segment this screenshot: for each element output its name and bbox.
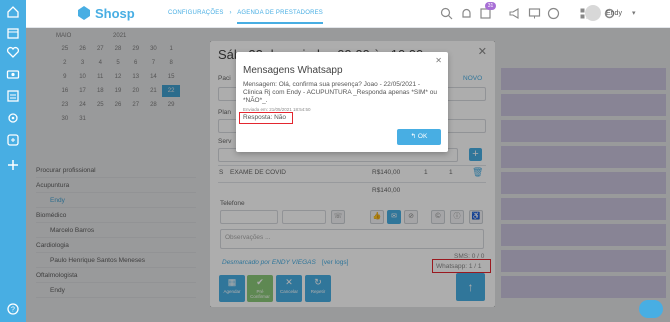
whatsapp-dialog: ✕ Mensagens Whatsapp Mensagem: Olá, conf… xyxy=(236,52,448,152)
whatsapp-message: Mensagem: Olá, confirma sua presença? Jo… xyxy=(243,81,438,104)
top-bar: Shosp CONFIGURAÇÕES › AGENDA DE PRESTADO… xyxy=(26,0,670,28)
breadcrumb-separator: › xyxy=(229,10,232,16)
calendar-icon[interactable] xyxy=(6,26,20,40)
dialog-title: Mensagens Whatsapp xyxy=(243,65,343,76)
megaphone-icon[interactable] xyxy=(508,7,521,20)
left-sidebar: ? xyxy=(0,0,26,322)
add-icon[interactable] xyxy=(6,158,20,172)
ok-button-label: OK xyxy=(417,133,428,140)
avatar[interactable] xyxy=(585,5,601,21)
chevron-down-icon[interactable]: ▾ xyxy=(632,9,636,17)
breadcrumb-settings[interactable]: CONFIGURAÇÕES xyxy=(168,10,224,16)
search-icon[interactable] xyxy=(440,7,453,20)
tools-icon[interactable] xyxy=(6,111,20,125)
close-icon[interactable]: ✕ xyxy=(435,56,442,65)
bell-icon[interactable] xyxy=(460,7,473,20)
user-name[interactable]: Endy xyxy=(606,10,622,17)
chat-bubble-icon[interactable] xyxy=(639,300,663,318)
app-logo[interactable]: Shosp xyxy=(76,5,135,21)
list-icon[interactable] xyxy=(6,89,20,103)
response-highlight xyxy=(239,112,293,124)
help-circle-icon[interactable] xyxy=(547,7,560,20)
config-icon[interactable] xyxy=(6,133,20,147)
monitor-icon[interactable] xyxy=(528,7,541,20)
breadcrumb-schedule[interactable]: AGENDA DE PRESTADORES xyxy=(237,10,324,24)
home-icon[interactable] xyxy=(6,5,20,19)
svg-text:?: ? xyxy=(11,307,15,314)
money-icon[interactable] xyxy=(6,67,20,81)
breadcrumb: CONFIGURAÇÕES › AGENDA DE PRESTADORES xyxy=(168,10,327,24)
notification-badge: 31 xyxy=(485,2,496,10)
heart-icon[interactable] xyxy=(6,45,20,59)
ok-button[interactable]: ↰ OK xyxy=(397,129,441,145)
help-icon[interactable]: ? xyxy=(6,302,20,316)
